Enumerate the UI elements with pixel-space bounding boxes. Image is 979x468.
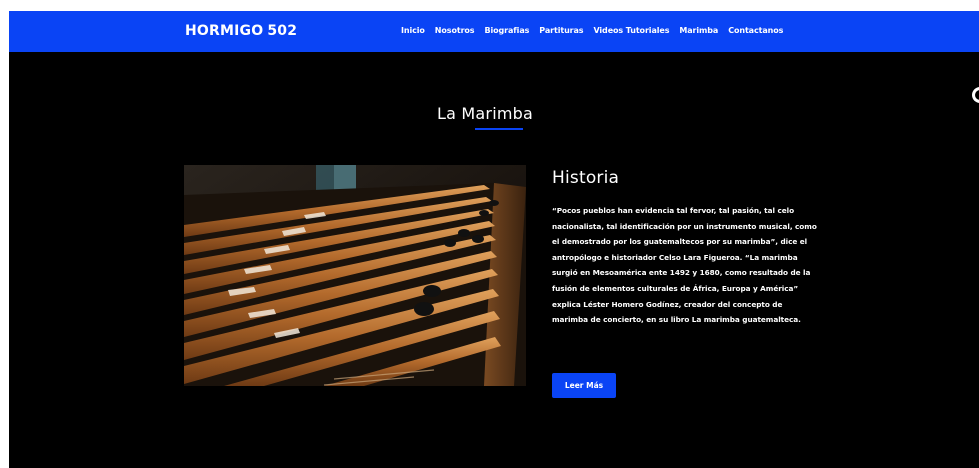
- nav-item-videos-tutoriales[interactable]: Videos Tutoriales: [593, 26, 669, 35]
- history-heading: Historia: [552, 168, 620, 188]
- brand-name: HORMIGO: [185, 23, 264, 39]
- history-paragraph: “Pocos pueblos han evidencia tal fervor,…: [552, 206, 817, 325]
- marimba-section: La Marimba Historia “Pocos pueblos han e…: [9, 52, 979, 468]
- marimba-photo: [184, 165, 526, 386]
- read-more-button[interactable]: Leer Más: [552, 373, 616, 398]
- top-navbar: HORMIGO 502 Inicio Nosotros Biografias Pa…: [9, 11, 979, 52]
- nav-item-contactanos[interactable]: Contactanos: [728, 26, 783, 35]
- nav-item-biografias[interactable]: Biografias: [484, 26, 529, 35]
- nav-item-marimba[interactable]: Marimba: [679, 26, 718, 35]
- brand-logo[interactable]: HORMIGO 502: [185, 23, 297, 39]
- nav-links: Inicio Nosotros Biografias Partituras Vi…: [401, 26, 793, 35]
- partial-edge-icon: [972, 87, 979, 103]
- brand-number: 502: [267, 23, 298, 39]
- section-title: La Marimba: [437, 104, 533, 123]
- nav-item-nosotros[interactable]: Nosotros: [435, 26, 475, 35]
- marimba-illustration: [184, 165, 526, 386]
- page: HORMIGO 502 Inicio Nosotros Biografias Pa…: [0, 0, 979, 468]
- title-underline: [475, 128, 523, 130]
- nav-item-inicio[interactable]: Inicio: [401, 26, 425, 35]
- nav-item-partituras[interactable]: Partituras: [539, 26, 583, 35]
